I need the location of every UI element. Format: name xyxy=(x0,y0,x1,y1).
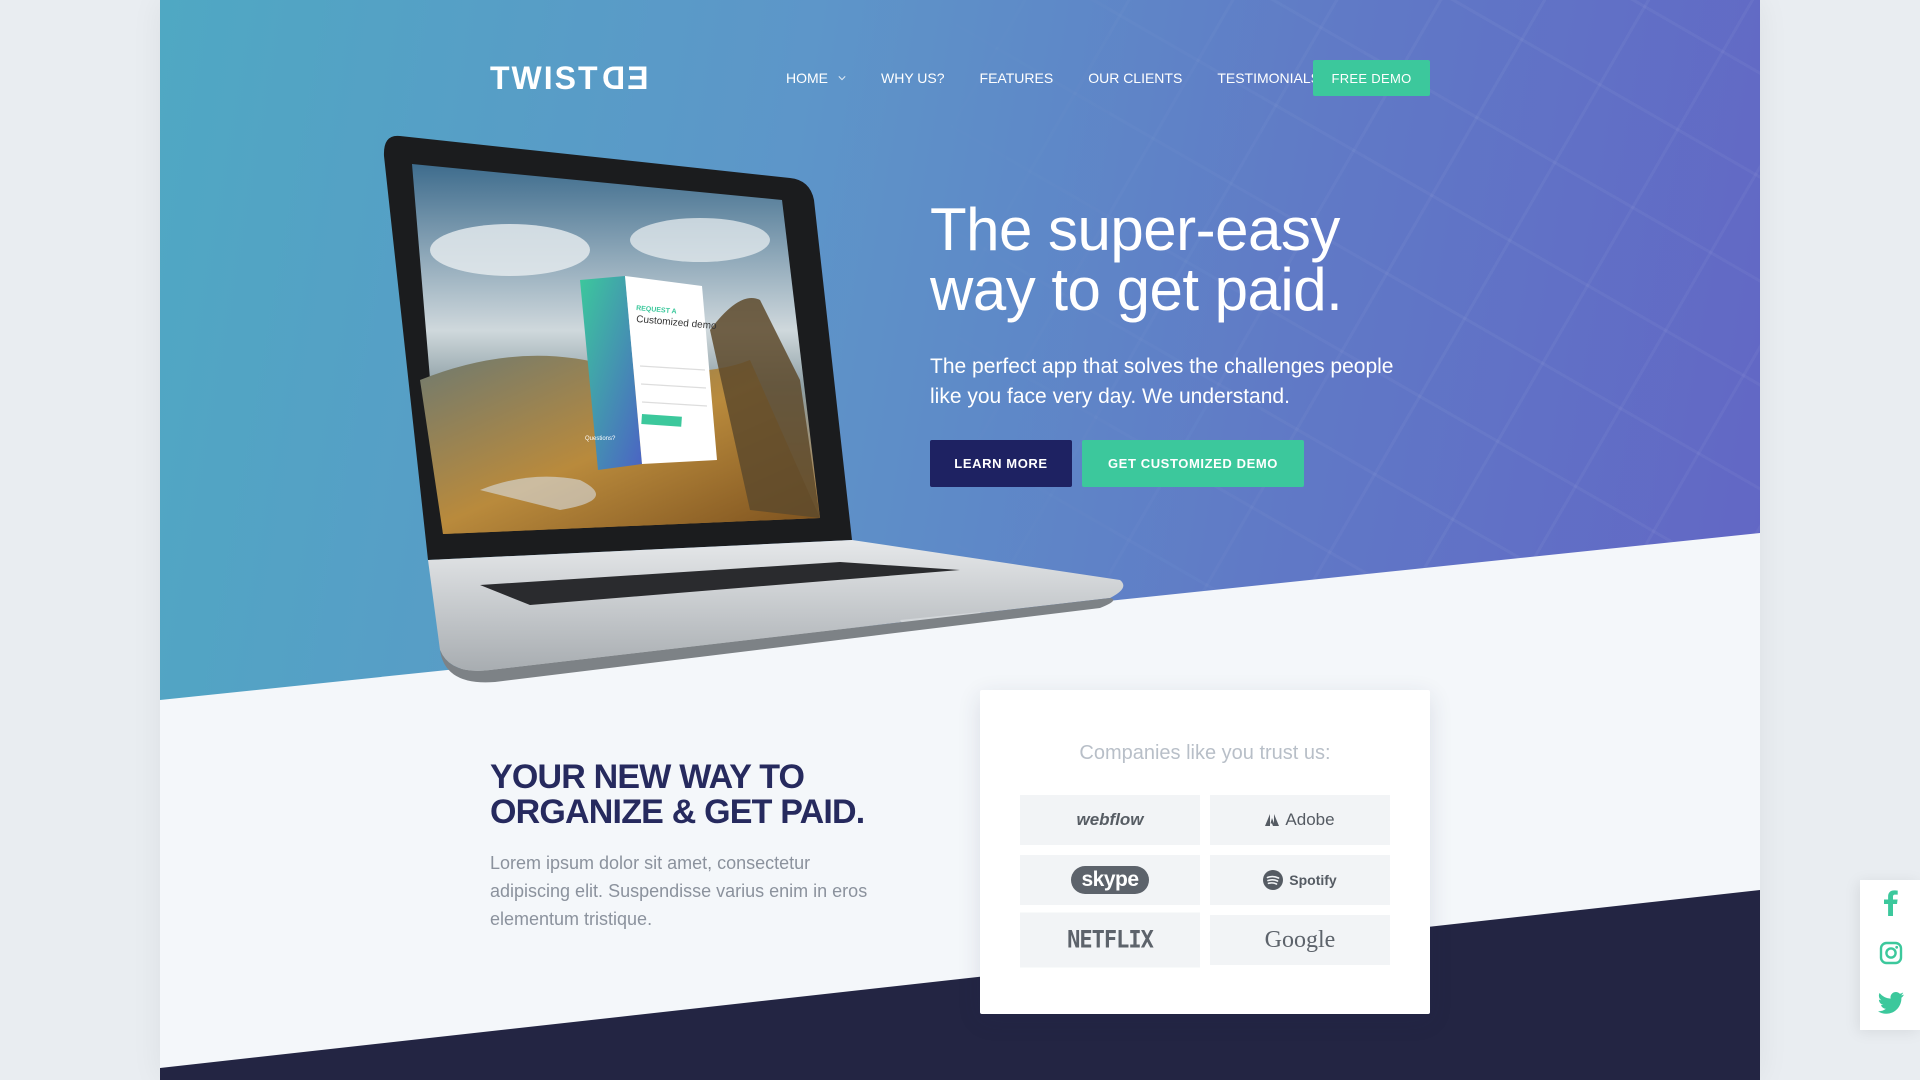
section-title: YOUR NEW WAY TO ORGANIZE & GET PAID. xyxy=(490,760,940,830)
client-logo-google: Google xyxy=(1210,915,1390,965)
hero-subtitle: The perfect app that solves the challeng… xyxy=(930,355,1394,408)
hero-title-line2: way to get paid. xyxy=(930,256,1343,323)
main-nav: HOME WHY US? FEATURES OUR CLIENTS TESTIM… xyxy=(786,60,1355,96)
nav-home[interactable]: HOME xyxy=(786,70,846,86)
spotify-icon xyxy=(1263,870,1284,890)
client-logo-netflix: NETFLIX xyxy=(1020,912,1200,968)
get-customized-demo-button[interactable]: GET CUSTOMIZED DEMO xyxy=(1082,440,1304,487)
nav-why-us[interactable]: WHY US? xyxy=(881,70,945,86)
adobe-icon xyxy=(1265,814,1280,826)
twitter-icon[interactable] xyxy=(1878,990,1904,1016)
client-logo-grid: webflow Adobe skype Spotify NETFLIX Goog… xyxy=(1020,795,1390,968)
section-body: Lorem ipsum dolor sit amet, consectetur … xyxy=(490,853,868,929)
chevron-down-icon xyxy=(838,76,846,81)
netflix-logo-text: NETFLIX xyxy=(1067,926,1154,954)
screen-questions-text: Questions? xyxy=(585,436,616,442)
logo-text: TWIST xyxy=(490,60,600,96)
trust-card-title: Companies like you trust us: xyxy=(1079,742,1331,764)
nav-testimonials[interactable]: TESTIMONIALS xyxy=(1217,70,1320,86)
nav-home-label: HOME xyxy=(786,70,828,86)
client-logo-adobe: Adobe xyxy=(1210,795,1390,845)
instagram-icon[interactable] xyxy=(1878,940,1904,966)
section-title-line1: YOUR NEW WAY TO xyxy=(490,758,805,796)
adobe-logo-text: Adobe xyxy=(1285,810,1335,829)
section-title-line2: ORGANIZE & GET PAID. xyxy=(490,793,865,831)
nav-our-clients[interactable]: OUR CLIENTS xyxy=(1088,70,1182,86)
free-demo-button[interactable]: FREE DEMO xyxy=(1313,60,1430,96)
client-logo-spotify: Spotify xyxy=(1210,855,1390,905)
hero-title-line1: The super-easy xyxy=(930,196,1340,263)
brand-logo[interactable]: TWIST ED xyxy=(490,60,648,96)
logo-text-flipped: ED xyxy=(599,60,648,96)
spotify-logo-text: Spotify xyxy=(1289,872,1337,888)
skype-logo-text: skype xyxy=(1071,866,1149,894)
client-logo-webflow: webflow xyxy=(1020,795,1200,845)
webflow-logo-text: webflow xyxy=(1076,810,1144,829)
nav-features[interactable]: FEATURES xyxy=(980,70,1054,86)
dark-footer-band xyxy=(160,890,1760,1080)
social-sidebar xyxy=(1860,880,1920,1030)
client-logo-skype: skype xyxy=(1020,855,1200,905)
learn-more-button[interactable]: LEARN MORE xyxy=(930,440,1072,487)
facebook-icon[interactable] xyxy=(1878,890,1904,916)
landing-page: TWIST ED HOME WHY US? FEATURES OUR CLIENT… xyxy=(160,0,1760,1080)
hero-title: The super-easy way to get paid. xyxy=(930,200,1530,320)
google-logo-text: Google xyxy=(1264,926,1336,953)
trust-card: Companies like you trust us: webflow Ado… xyxy=(980,690,1430,1014)
